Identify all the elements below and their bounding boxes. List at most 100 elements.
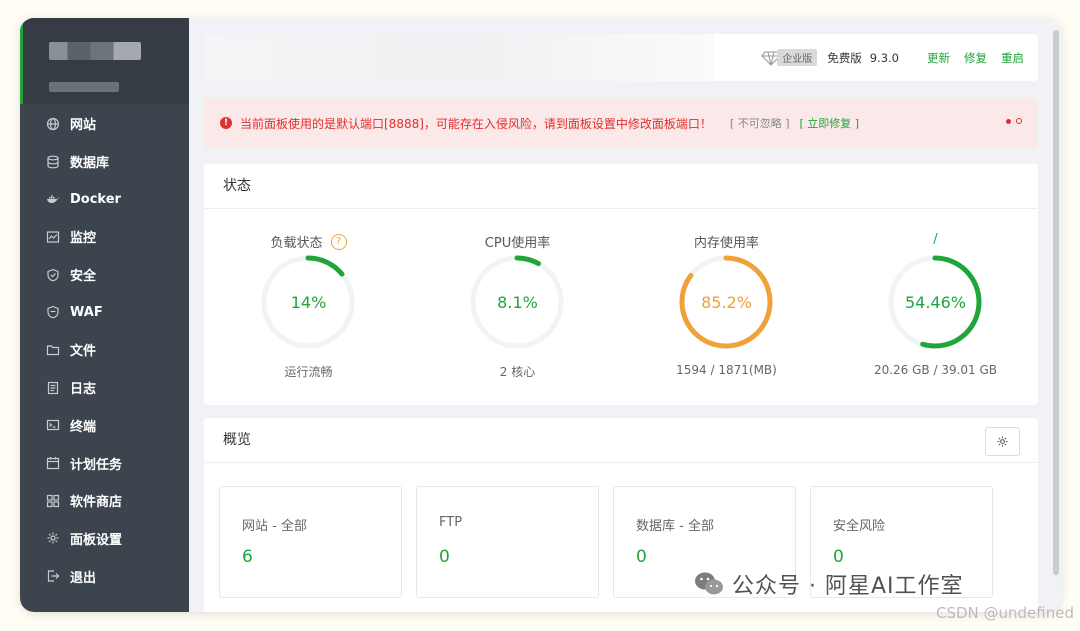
overview-label: 网站 - 全部 [242, 519, 307, 534]
gauge-disk[interactable]: / 54.46% 20.26 GB / 39.01 GB [831, 208, 1040, 405]
wechat-watermark: 公众号 · 阿星AI工作室 [694, 568, 964, 600]
log-icon [47, 381, 59, 394]
database-icon [47, 155, 59, 168]
sidebar-item-monitor[interactable]: 监控 [20, 218, 189, 256]
sidebar-item-label: 监控 [70, 231, 97, 247]
folder-icon [46, 345, 60, 356]
sidebar-item-terminal[interactable]: 终端 [20, 407, 189, 445]
gauge-value: 14% [290, 293, 327, 312]
alert-ignore-label: [ 不可忽略 ] [729, 117, 790, 130]
wechat-icon [695, 572, 723, 595]
gauge-row: 负载状态 ? 14% 运行流畅 CPU使用率 8.1% 2 核心 内存使用率 8… [204, 208, 1038, 405]
gauge-title-row: 内存使用率 [622, 232, 831, 251]
overview-item-websites[interactable]: 网站 - 全部 6 [219, 486, 402, 598]
scrollbar[interactable] [1053, 30, 1059, 575]
overview-value: 6 [242, 547, 253, 567]
calendar-icon [46, 457, 60, 470]
gauge-subtext: 1594 / 1871(MB) [676, 363, 777, 377]
top-bar: 企业版 免费版 9.3.0 更新 修复 重启 [204, 34, 1038, 81]
main-content: 企业版 免费版 9.3.0 更新 修复 重启 ! 当前面板使用的是默认端口[88… [189, 18, 1061, 612]
gear-icon [997, 436, 1008, 447]
repair-link[interactable]: 修复 [964, 50, 987, 66]
sidebar-item-database[interactable]: 数据库 [20, 143, 189, 181]
help-icon[interactable]: ? [330, 233, 347, 250]
gauge-subtext: 2 核心 [499, 365, 536, 379]
gauge-memory[interactable]: 内存使用率 85.2% 1594 / 1871(MB) [622, 208, 831, 405]
sidebar-item-appstore[interactable]: 软件商店 [20, 482, 189, 520]
gauge-value: 54.46% [904, 293, 966, 312]
sidebar-item-files[interactable]: 文件 [20, 331, 189, 369]
gauge-title-row: 负载状态 ? [204, 232, 413, 251]
gauge-title: 负载状态 [270, 236, 323, 251]
logout-icon [47, 570, 60, 582]
sidebar-item-label: 数据库 [70, 156, 110, 172]
alert-pager [1006, 118, 1022, 124]
sidebar-item-label: Docker [70, 191, 121, 207]
pager-dot[interactable] [1016, 118, 1022, 124]
sidebar-item-logs[interactable]: 日志 [20, 369, 189, 407]
gauge-cpu[interactable]: CPU使用率 8.1% 2 核心 [413, 208, 622, 405]
sidebar-item-label: 计划任务 [70, 457, 123, 473]
sidebar-item-label: 软件商店 [70, 495, 123, 511]
restart-link[interactable]: 重启 [1001, 50, 1024, 66]
monitor-icon [46, 231, 60, 243]
watermark-text: 公众号 · 阿星AI工作室 [732, 574, 964, 599]
gear-icon [47, 532, 59, 544]
sidebar-item-settings[interactable]: 面板设置 [20, 520, 189, 558]
sidebar-item-website[interactable]: 网站 [20, 105, 189, 143]
alert-exclamation-icon: ! [220, 117, 232, 129]
sidebar: 网站 数据库 Docker 监控 安全 WAF 文件 日志 终端 计划任务 软件… [20, 18, 189, 612]
sidebar-item-waf[interactable]: WAF [20, 293, 189, 331]
free-edition-label: 免费版 [827, 50, 862, 65]
gauge-title-row: / [831, 232, 1040, 247]
alert-fix-link[interactable]: [ 立即修复 ] [799, 115, 859, 131]
gauge-title: / [933, 232, 938, 247]
gauge-load[interactable]: 负载状态 ? 14% 运行流畅 [204, 208, 413, 405]
blurred-server-info [204, 34, 714, 81]
gauge-value: 85.2% [701, 293, 752, 312]
alert-message: 当前面板使用的是默认端口[8888]，可能存在入侵风险，请到面板设置中修改面板端… [240, 116, 712, 131]
terminal-icon [46, 420, 60, 431]
sidebar-item-label: 网站 [70, 118, 97, 134]
sidebar-item-label: 文件 [70, 344, 97, 360]
sidebar-item-label: 终端 [70, 419, 97, 435]
overview-item-ftp[interactable]: FTP 0 [416, 486, 599, 598]
csdn-watermark: CSDN @undefined [935, 604, 1074, 622]
panel-window: 网站 数据库 Docker 监控 安全 WAF 文件 日志 终端 计划任务 软件… [20, 18, 1061, 612]
overview-settings-button[interactable] [985, 427, 1020, 456]
overview-title: 概览 [204, 418, 1038, 463]
overview-label: 数据库 - 全部 [636, 519, 714, 534]
apps-icon [46, 494, 60, 507]
port-warning-alert: ! 当前面板使用的是默认端口[8888]，可能存在入侵风险，请到面板设置中修改面… [204, 98, 1038, 148]
pager-dot-active[interactable] [1006, 118, 1011, 124]
globe-icon [46, 117, 60, 130]
gauge-subtext: 20.26 GB / 39.01 GB [873, 363, 998, 377]
update-link[interactable]: 更新 [927, 50, 950, 66]
overview-label: FTP [439, 515, 463, 530]
enterprise-tag: 企业版 [777, 49, 818, 66]
overview-value: 0 [833, 547, 844, 567]
sidebar-item-logout[interactable]: 退出 [20, 557, 189, 595]
sidebar-item-label: WAF [70, 304, 103, 320]
sidebar-item-label: 面板设置 [70, 532, 123, 548]
gauge-title: 内存使用率 [693, 236, 759, 251]
sidebar-item-label: 安全 [70, 269, 97, 285]
overview-value: 0 [439, 547, 450, 567]
status-title: 状态 [204, 164, 1038, 209]
sidebar-item-label: 日志 [70, 382, 97, 398]
waf-shield-icon [47, 306, 59, 319]
docker-icon [47, 195, 59, 204]
sidebar-item-docker[interactable]: Docker [20, 180, 189, 218]
gauge-subtext: 运行流畅 [284, 365, 333, 379]
sidebar-item-cron[interactable]: 计划任务 [20, 444, 189, 482]
gauge-value: 8.1% [497, 293, 538, 312]
overview-value: 0 [636, 547, 647, 567]
version-number: 9.3.0 [869, 50, 899, 65]
blurred-server-name [49, 82, 119, 92]
enterprise-badge[interactable]: 企业版 [761, 49, 818, 66]
sidebar-nav: 网站 数据库 Docker 监控 安全 WAF 文件 日志 终端 计划任务 软件… [20, 105, 189, 595]
shield-icon [47, 268, 59, 282]
sidebar-item-security[interactable]: 安全 [20, 256, 189, 294]
sidebar-item-label: 退出 [70, 570, 97, 586]
gauge-title: CPU使用率 [484, 236, 551, 251]
